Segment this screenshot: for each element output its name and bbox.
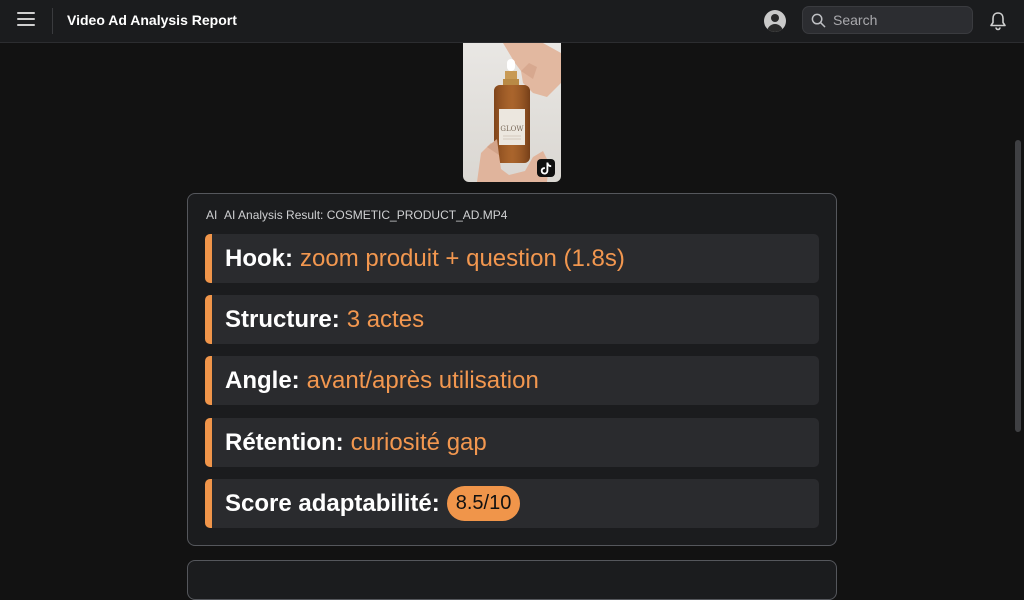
user-avatar-icon[interactable] bbox=[764, 10, 786, 32]
analysis-row-hook: Hook: zoom produit + question (1.8s) bbox=[205, 234, 819, 283]
row-label: Hook: bbox=[225, 244, 293, 272]
analysis-row-angle: Angle: avant/après utilisation bbox=[205, 356, 819, 405]
score-label: Score adaptabilité: bbox=[225, 489, 440, 517]
page-scrollbar[interactable] bbox=[1015, 140, 1021, 432]
search-box[interactable] bbox=[802, 6, 973, 34]
score-badge: 8.5/10 bbox=[446, 486, 521, 521]
notification-bell-icon[interactable] bbox=[989, 11, 1007, 31]
row-value: zoom produit + question (1.8s) bbox=[300, 244, 625, 272]
row-value: avant/après utilisation bbox=[306, 366, 539, 394]
page-title: Video Ad Analysis Report bbox=[67, 12, 237, 28]
row-value: 3 actes bbox=[346, 305, 425, 333]
row-label: Rétention: bbox=[225, 428, 344, 456]
analysis-card-header: AI AI Analysis Result: COSMETIC_PRODUCT_… bbox=[206, 208, 507, 222]
row-value: curiosité gap bbox=[350, 428, 487, 456]
analysis-result-card: AI AI Analysis Result: COSMETIC_PRODUCT_… bbox=[187, 193, 837, 546]
tiktok-icon bbox=[537, 159, 555, 177]
hamburger-menu-icon[interactable] bbox=[17, 12, 35, 28]
video-thumbnail[interactable]: GLOW bbox=[463, 43, 561, 182]
analysis-card-title: AI Analysis Result: COSMETIC_PRODUCT_AD.… bbox=[224, 208, 508, 222]
search-icon bbox=[811, 13, 826, 27]
ai-icon: AI bbox=[206, 208, 218, 222]
search-input[interactable] bbox=[833, 12, 963, 28]
header-divider bbox=[52, 8, 53, 34]
analysis-row-structure: Structure: 3 actes bbox=[205, 295, 819, 344]
bottle-label-text: GLOW bbox=[500, 125, 524, 133]
row-label: Structure: bbox=[225, 305, 340, 333]
next-section-card bbox=[187, 560, 837, 600]
analysis-row-score: Score adaptabilité: 8.5/10 bbox=[205, 479, 819, 528]
top-bar: Video Ad Analysis Report bbox=[0, 0, 1024, 43]
row-label: Angle: bbox=[225, 366, 300, 394]
analysis-row-retention: Rétention: curiosité gap bbox=[205, 418, 819, 467]
